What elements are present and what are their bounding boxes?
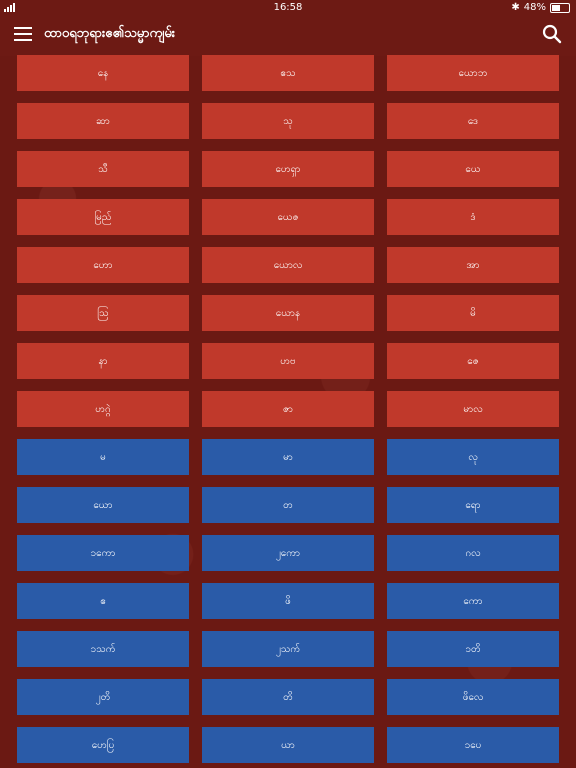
book-button[interactable]: ယောဘ <box>387 55 559 91</box>
book-button[interactable]: ဟဂ္ဂဲ <box>17 391 189 427</box>
battery-percent: 48% <box>523 2 546 13</box>
search-icon[interactable] <box>542 24 562 44</box>
status-time: 16:58 <box>273 2 303 13</box>
book-button[interactable]: ဧ <box>17 583 189 619</box>
book-button[interactable]: ယောန <box>202 295 374 331</box>
book-button[interactable]: ဟဗ <box>202 343 374 379</box>
book-button[interactable]: ကော <box>387 583 559 619</box>
book-button[interactable]: ရော <box>387 487 559 523</box>
battery-fill <box>552 5 560 11</box>
book-button[interactable]: ဖိလေ <box>387 679 559 715</box>
book-button[interactable]: ၁တိ <box>387 631 559 667</box>
book-button[interactable]: ဧသ <box>202 55 374 91</box>
book-button[interactable]: ၁သက် <box>17 631 189 667</box>
book-button[interactable]: ဟေပြ <box>17 727 189 763</box>
book-button[interactable]: ၁ပေ <box>387 727 559 763</box>
book-button[interactable]: မြည် <box>17 199 189 235</box>
book-grid: နေ ဧသ ယောဘဆာ သု ဒေသီ ဟေရှာ ယေမြည် ယေဇ ဒံဟော ယောလ အ… <box>17 55 559 763</box>
book-button[interactable]: မ <box>17 439 189 475</box>
book-button[interactable]: တိ <box>202 679 374 715</box>
book-button[interactable]: ၁ကော <box>17 535 189 571</box>
book-button[interactable]: ဟေရှာ <box>202 151 374 187</box>
book-button[interactable]: ဟော <box>17 247 189 283</box>
bluetooth-icon: ✱ <box>511 2 520 13</box>
book-button[interactable]: ဩ <box>17 295 189 331</box>
book-button[interactable]: အာ <box>387 247 559 283</box>
book-button[interactable]: နာ <box>17 343 189 379</box>
battery-icon <box>550 3 570 13</box>
book-button[interactable]: လု <box>387 439 559 475</box>
nav-bar: ထာဝရဘုရားဧ၏သမ္မာကျမ်း <box>0 16 576 56</box>
hamburger-icon[interactable] <box>14 27 32 41</box>
book-button[interactable]: ယေ <box>387 151 559 187</box>
book-button[interactable]: ၂ကော <box>202 535 374 571</box>
book-button[interactable]: တ <box>202 487 374 523</box>
book-button[interactable]: ဇာ <box>202 391 374 427</box>
battery-status: ✱ 48% <box>511 0 570 16</box>
book-button[interactable]: ယော <box>17 487 189 523</box>
book-button[interactable]: သု <box>202 103 374 139</box>
book-button[interactable]: ဒံ <box>387 199 559 235</box>
book-button[interactable]: မာလ <box>387 391 559 427</box>
book-button[interactable]: ယာ <box>202 727 374 763</box>
book-button[interactable]: ဒေ <box>387 103 559 139</box>
book-button[interactable]: ဂလ <box>387 535 559 571</box>
status-bar: 16:58 ✱ 48% <box>0 0 576 16</box>
book-button[interactable]: မိ <box>387 295 559 331</box>
book-button[interactable]: ၂သက် <box>202 631 374 667</box>
book-button[interactable]: ဇေ <box>387 343 559 379</box>
book-button[interactable]: မာ <box>202 439 374 475</box>
book-button[interactable]: ၂တိ <box>17 679 189 715</box>
book-button[interactable]: ယေဇ <box>202 199 374 235</box>
book-button[interactable]: ဆာ <box>17 103 189 139</box>
page-title: ထာဝရဘုရားဧ၏သမ္မာကျမ်း <box>44 26 176 41</box>
book-button[interactable]: ယောလ <box>202 247 374 283</box>
book-button[interactable]: ဖိ <box>202 583 374 619</box>
book-button[interactable]: နေ <box>17 55 189 91</box>
book-button[interactable]: သီ <box>17 151 189 187</box>
